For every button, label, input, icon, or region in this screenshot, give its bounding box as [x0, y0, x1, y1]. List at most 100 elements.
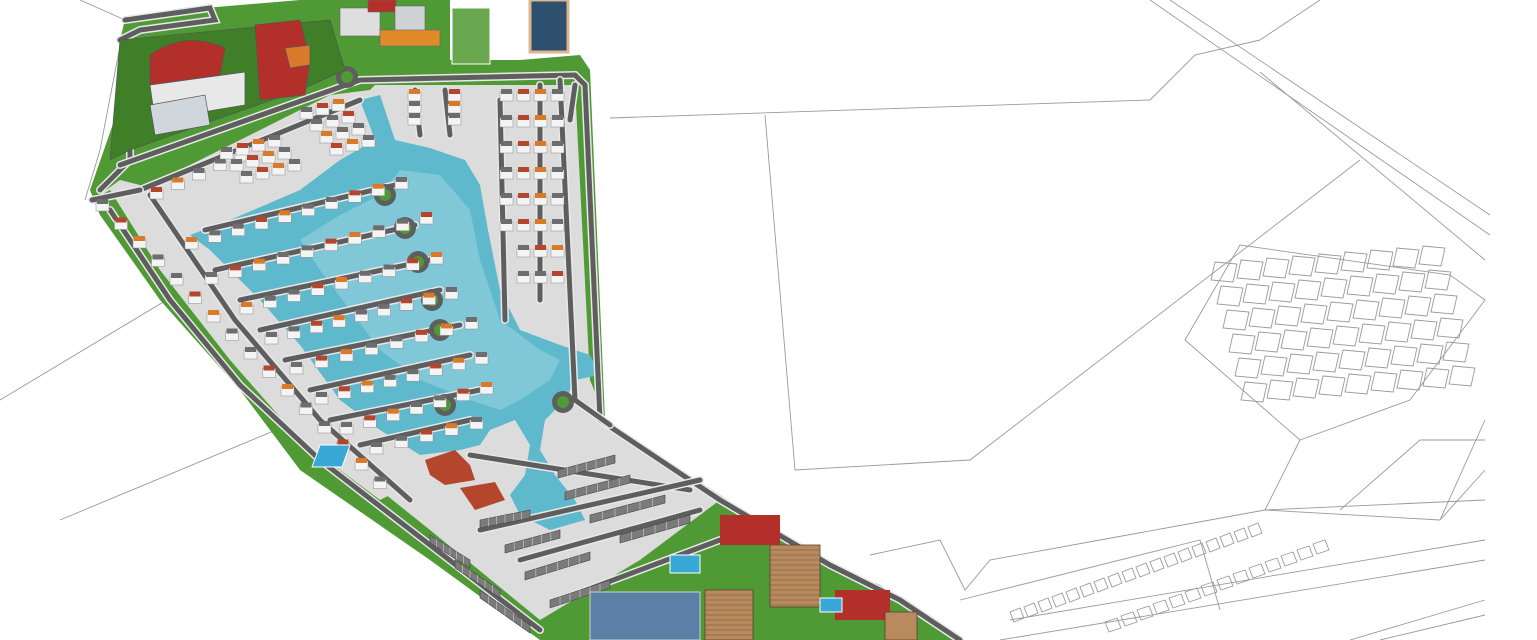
parcel-cell	[1332, 325, 1360, 347]
parcel-cell	[1219, 532, 1235, 548]
parcel-cell	[1346, 275, 1374, 297]
villa-roof	[423, 292, 435, 298]
villa-roof	[349, 232, 361, 237]
tower-block	[769, 544, 821, 608]
villa-roof	[301, 245, 313, 251]
villa-roof	[374, 476, 386, 482]
villa-roof	[518, 115, 529, 120]
villa-roof	[378, 303, 390, 309]
villa-roof	[337, 127, 348, 132]
parcel-cell	[1300, 303, 1328, 325]
parcel-cell	[1136, 605, 1154, 621]
residential-tower-glass	[528, 0, 570, 54]
villa-roof	[535, 245, 546, 250]
parcel-outline	[609, 39, 1261, 119]
villa-roof	[518, 141, 529, 146]
villa-roof	[134, 236, 145, 241]
parcel-cell	[1292, 377, 1320, 399]
villa-roof	[266, 332, 277, 337]
parcel-cell	[1288, 255, 1316, 277]
parcel-cell	[1364, 347, 1392, 369]
villa-roof	[206, 272, 217, 277]
villa-roof	[518, 193, 529, 198]
villa-roof	[253, 258, 265, 264]
villa-roof	[336, 277, 347, 282]
villa-roof	[256, 217, 267, 222]
villa-roof	[501, 167, 512, 172]
parcel-outline	[1339, 439, 1485, 511]
parcel-cell	[1268, 281, 1296, 303]
villa-roof	[466, 317, 477, 322]
villa-roof	[245, 347, 256, 352]
parcel-cell	[1372, 273, 1400, 295]
villa-roof	[384, 374, 396, 380]
parcel-cell	[1392, 247, 1420, 269]
villa-roof	[383, 264, 395, 270]
villa-roof	[209, 230, 221, 236]
villa-roof	[151, 187, 162, 192]
villa-roof	[172, 177, 184, 183]
parcel-cell	[1107, 572, 1123, 588]
villa-roof	[291, 362, 302, 367]
villa-roof	[391, 336, 402, 342]
villa-roof	[501, 89, 512, 94]
villa-roof	[247, 155, 258, 160]
villa-roof	[311, 320, 322, 326]
villa-roof	[241, 302, 252, 307]
villa-roof	[231, 159, 242, 164]
parcel-cell	[1248, 563, 1266, 579]
parcel-cell	[1216, 285, 1244, 307]
tower-glass-podium	[589, 591, 701, 640]
parcel-cell	[1233, 527, 1249, 543]
villa-roof	[317, 103, 328, 108]
villa-roof	[407, 369, 419, 375]
villa-roof	[208, 310, 219, 315]
villa-roof	[430, 363, 442, 369]
villa-roof	[535, 167, 546, 172]
parcel-cell	[1352, 299, 1380, 321]
parcel-cell	[1037, 597, 1053, 613]
parcel-outline	[59, 419, 301, 521]
villa-roof	[189, 291, 201, 297]
villa-roof	[441, 323, 452, 329]
villa-roof	[359, 270, 371, 276]
villa-roof	[273, 163, 284, 168]
parcel-cell	[1314, 253, 1342, 275]
villa-roof	[300, 402, 312, 408]
parcel-cell	[1051, 592, 1067, 608]
parcel-cell	[1296, 545, 1314, 561]
roundabout-island	[341, 71, 353, 83]
parcel-cell	[1236, 259, 1264, 281]
villa-roof	[407, 258, 419, 264]
villa-roof	[552, 219, 563, 224]
parcel-cell	[1168, 593, 1186, 609]
villa-roof	[453, 357, 465, 363]
roundabout-island	[557, 396, 569, 408]
villa-roof	[501, 115, 512, 120]
villa-roof	[264, 295, 276, 301]
villa-roof	[343, 111, 354, 116]
parcel-cell	[1418, 245, 1446, 267]
villa-roof	[373, 225, 385, 231]
villa-roof	[289, 159, 300, 164]
villa-roof	[371, 442, 382, 447]
villa-roof	[253, 139, 264, 144]
parcel-cell	[1344, 373, 1372, 395]
villa-roof	[325, 238, 337, 244]
villa-roof	[356, 309, 367, 315]
civic-red-building	[720, 515, 780, 545]
parcel-cell	[1242, 283, 1270, 305]
parcel-cell	[1247, 522, 1263, 538]
villa-roof	[518, 219, 529, 224]
parcel-cell	[1378, 297, 1406, 319]
tower-block	[884, 611, 918, 640]
parcel-subdivision-grid	[1009, 245, 1476, 633]
parcel-cell	[1152, 599, 1170, 615]
podium-pool	[819, 597, 843, 613]
villa-roof	[449, 101, 460, 106]
villa-roof	[397, 218, 409, 224]
villa-roof	[229, 265, 241, 271]
villa-roof	[457, 388, 469, 394]
villa-roof	[409, 89, 420, 94]
villa-roof	[552, 167, 563, 172]
